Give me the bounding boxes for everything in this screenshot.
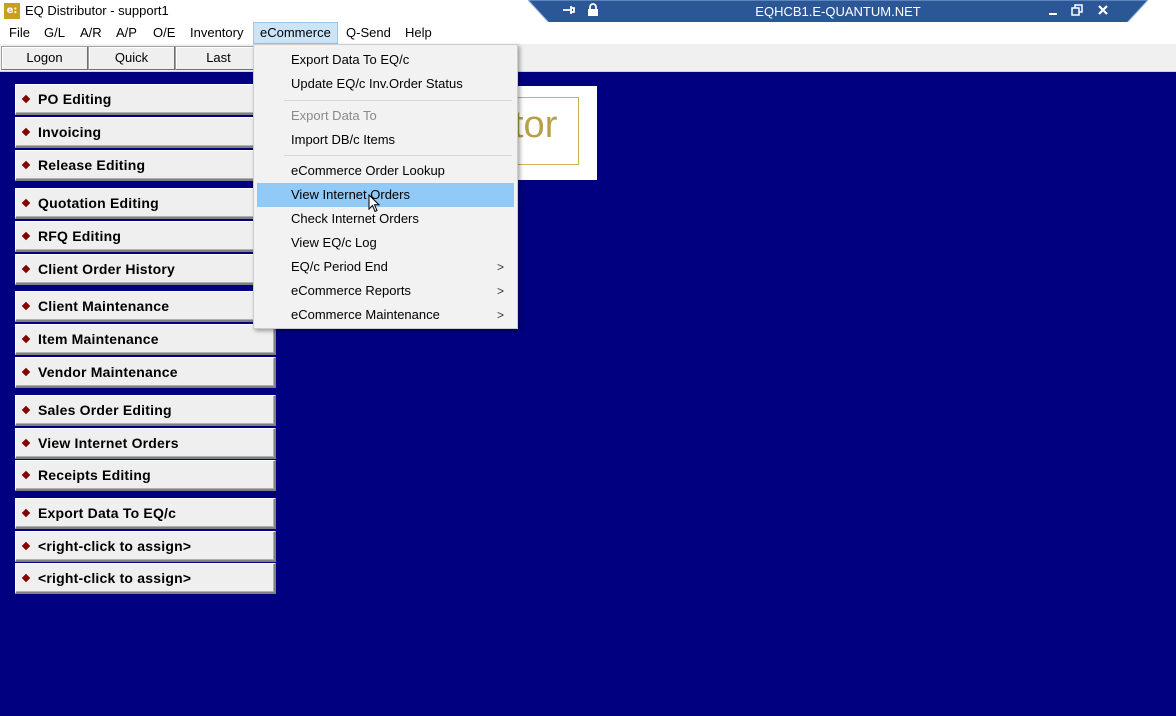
logon-button[interactable]: Logon <box>1 46 88 70</box>
diamond-icon <box>21 405 31 415</box>
shortcut-label: Receipts Editing <box>38 467 151 483</box>
menu-item-export-data-to: Export Data To <box>291 108 377 123</box>
menu-item-import-dbc-items[interactable]: Import DB/c Items <box>257 128 514 152</box>
shortcut-client-maintenance[interactable]: Client Maintenance <box>15 291 276 322</box>
shortcut-export-data[interactable]: Export Data To EQ/c <box>15 498 276 529</box>
window-title: EQ Distributor - support1 <box>25 3 169 18</box>
shortcut-sales-order-editing[interactable]: Sales Order Editing <box>15 395 276 426</box>
toolbar: Logon Quick Last <box>0 44 1176 72</box>
logo-text: tor <box>513 104 558 146</box>
diamond-icon <box>21 508 31 518</box>
shortcut-client-order-history[interactable]: Client Order History <box>15 254 276 285</box>
shortcut-label: Client Order History <box>38 261 176 277</box>
shortcut-label: PO Editing <box>38 91 112 107</box>
diamond-icon <box>21 94 31 104</box>
menu-inventory[interactable]: Inventory <box>183 22 250 44</box>
shortcut-view-internet-orders[interactable]: View Internet Orders <box>15 428 276 459</box>
menu-separator <box>284 155 512 156</box>
submenu-arrow-icon: > <box>496 308 504 322</box>
shortcut-label: Release Editing <box>38 157 146 173</box>
shortcut-invoicing[interactable]: Invoicing <box>15 117 276 148</box>
shortcut-release-editing[interactable]: Release Editing <box>15 150 276 181</box>
quick-button[interactable]: Quick <box>88 46 175 70</box>
diamond-icon <box>21 470 31 480</box>
menu-item-label: eCommerce Maintenance <box>291 307 440 322</box>
menu-separator <box>284 100 512 101</box>
menu-item-update-eqc-status[interactable]: Update EQ/c Inv.Order Status <box>257 72 514 96</box>
diamond-icon <box>21 541 31 551</box>
diamond-icon <box>21 334 31 344</box>
diamond-icon <box>21 160 31 170</box>
last-button[interactable]: Last <box>175 46 262 70</box>
shortcut-po-editing[interactable]: PO Editing <box>15 84 276 115</box>
menu-item-view-eqc-log[interactable]: View EQ/c Log <box>257 231 514 255</box>
ecommerce-dropdown-menu: Export Data To EQ/c Update EQ/c Inv.Orde… <box>253 44 518 329</box>
shortcut-label: View Internet Orders <box>38 435 179 451</box>
menu-item-ecommerce-reports[interactable]: eCommerce Reports > <box>257 279 514 303</box>
app-icon: e: <box>4 3 20 19</box>
shortcut-rfq-editing[interactable]: RFQ Editing <box>15 221 276 252</box>
menu-item-ecommerce-maintenance[interactable]: eCommerce Maintenance > <box>257 303 514 327</box>
diamond-icon <box>21 367 31 377</box>
diamond-icon <box>21 264 31 274</box>
menu-oe[interactable]: O/E <box>146 22 182 44</box>
menu-item-export-data-to-eqc[interactable]: Export Data To EQ/c <box>257 48 514 72</box>
diamond-icon <box>21 127 31 137</box>
menu-help[interactable]: Help <box>398 22 439 44</box>
distributor-logo: tor <box>505 86 597 180</box>
menu-item-check-internet-orders[interactable]: Check Internet Orders <box>257 207 514 231</box>
menu-item-eqc-period-end[interactable]: EQ/c Period End > <box>257 255 514 279</box>
shortcut-quotation-editing[interactable]: Quotation Editing <box>15 188 276 219</box>
shortcut-label: <right-click to assign> <box>38 538 192 554</box>
menu-file[interactable]: File <box>2 22 37 44</box>
submenu-arrow-icon: > <box>496 284 504 298</box>
shortcut-label: Item Maintenance <box>38 331 159 347</box>
menu-bar: File G/L A/R A/P O/E Inventory eCommerce… <box>0 22 1176 44</box>
shortcut-label: <right-click to assign> <box>38 570 192 586</box>
menu-item-view-internet-orders[interactable]: View Internet Orders <box>257 183 514 207</box>
shortcut-label: RFQ Editing <box>38 228 122 244</box>
diamond-icon <box>21 438 31 448</box>
diamond-icon <box>21 231 31 241</box>
shortcut-label: Sales Order Editing <box>38 402 172 418</box>
shortcut-vendor-maintenance[interactable]: Vendor Maintenance <box>15 357 276 388</box>
diamond-icon <box>21 198 31 208</box>
diamond-icon <box>21 573 31 583</box>
shortcut-receipts-editing[interactable]: Receipts Editing <box>15 460 276 491</box>
shortcut-unassigned-1[interactable]: <right-click to assign> <box>15 531 276 562</box>
menu-ar[interactable]: A/R <box>73 22 109 44</box>
menu-qsend[interactable]: Q-Send <box>339 22 398 44</box>
shortcut-unassigned-2[interactable]: <right-click to assign> <box>15 563 276 594</box>
menu-gl[interactable]: G/L <box>37 22 72 44</box>
menu-item-label: eCommerce Reports <box>291 283 411 298</box>
menu-ecommerce[interactable]: eCommerce <box>253 22 338 44</box>
shortcut-label: Quotation Editing <box>38 195 159 211</box>
shortcut-label: Export Data To EQ/c <box>38 505 177 521</box>
submenu-arrow-icon: > <box>496 260 504 274</box>
menu-ap[interactable]: A/P <box>109 22 144 44</box>
shortcut-item-maintenance[interactable]: Item Maintenance <box>15 324 276 355</box>
menu-item-label: EQ/c Period End <box>291 259 388 274</box>
mouse-cursor-icon <box>368 194 381 213</box>
diamond-icon <box>21 301 31 311</box>
shortcut-label: Invoicing <box>38 124 102 140</box>
shortcut-label: Vendor Maintenance <box>38 364 178 380</box>
menu-item-ecommerce-order-lookup[interactable]: eCommerce Order Lookup <box>257 159 514 183</box>
shortcut-label: Client Maintenance <box>38 298 170 314</box>
